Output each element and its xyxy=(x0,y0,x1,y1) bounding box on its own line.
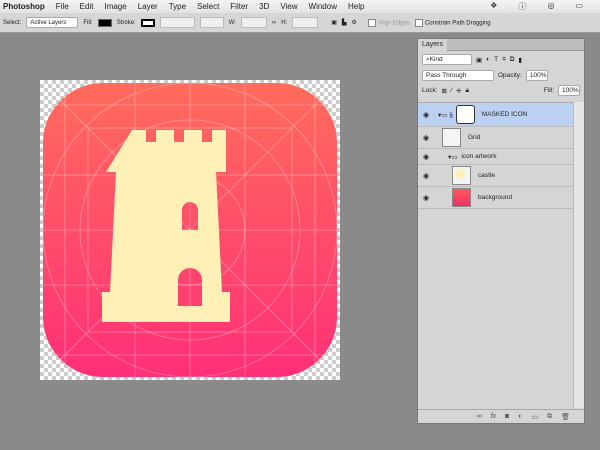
folder-icon: ▾▭ § xyxy=(438,111,453,119)
layer-thumbnail xyxy=(442,128,461,147)
info-icon[interactable]: ⓘ xyxy=(518,1,526,12)
menu-select[interactable]: Select xyxy=(197,2,219,11)
fill-label: Fill: xyxy=(83,19,93,26)
menu-3d[interactable]: 3D xyxy=(259,2,269,11)
constrain-label: Constrain Path Dragging xyxy=(424,20,491,27)
panel-footer: ∞ fx ◙ ◐ ▭ ⧉ 🗑︎ xyxy=(418,409,584,423)
eye-icon[interactable]: ◉ xyxy=(418,111,434,119)
height-field[interactable] xyxy=(292,17,319,28)
icon-artwork xyxy=(43,83,337,377)
fill-field[interactable]: 100% xyxy=(558,85,580,96)
layer-row[interactable]: ◉ castle xyxy=(418,165,573,187)
opacity-label: Opacity: xyxy=(498,72,522,79)
menu-edit[interactable]: Edit xyxy=(80,2,94,11)
folder-icon: ▾▭ xyxy=(448,153,458,161)
menu-app[interactable]: Photoshop xyxy=(3,2,45,11)
h-label: H: xyxy=(281,19,288,26)
filter-pixel-icon[interactable]: ▣ xyxy=(476,56,482,64)
filter-adjustment-icon[interactable]: ◐ xyxy=(486,56,490,63)
tab-layers[interactable]: Layers xyxy=(418,39,448,51)
constrain-checkbox[interactable]: Constrain Path Dragging xyxy=(414,18,491,27)
mask-thumbnail xyxy=(455,105,475,124)
menu-view[interactable]: View xyxy=(280,2,297,11)
lock-paint-icon[interactable]: ∕ xyxy=(451,87,452,94)
layer-name: background xyxy=(478,194,512,201)
align-edges-checkbox[interactable]: Align Edges xyxy=(367,18,410,27)
lock-all-icon[interactable]: 🔒︎ xyxy=(466,87,469,95)
scrollbar[interactable] xyxy=(573,102,584,408)
opacity-field[interactable]: 100% xyxy=(525,70,548,81)
menu-file[interactable]: File xyxy=(56,2,69,11)
menu-window[interactable]: Window xyxy=(309,2,337,11)
panel-tab-bar: Layers xyxy=(418,39,584,51)
select-dropdown[interactable]: Active Layers xyxy=(26,17,79,28)
add-mask-icon[interactable]: ◙ xyxy=(505,413,509,420)
eye-icon[interactable]: ◉ xyxy=(418,153,434,161)
lock-transparency-icon[interactable]: ⊠ xyxy=(442,87,447,95)
layer-row[interactable]: ◉ Grid xyxy=(418,127,573,149)
adjustment-layer-icon[interactable]: ◐ xyxy=(518,413,522,420)
layer-thumbnail xyxy=(452,166,471,185)
new-layer-icon[interactable]: ⧉ xyxy=(547,413,552,421)
creative-cloud-icon[interactable]: ◎ xyxy=(547,1,554,12)
layer-thumbnail xyxy=(452,188,471,207)
stroke-width[interactable] xyxy=(159,17,195,28)
filter-type-icon[interactable]: T xyxy=(494,56,498,63)
stroke-style[interactable] xyxy=(199,17,224,28)
fill-swatch[interactable] xyxy=(97,18,112,27)
new-group-icon[interactable]: ▭ xyxy=(531,413,538,421)
blend-mode-dropdown[interactable]: Pass Through xyxy=(422,70,494,81)
stroke-label: Stroke: xyxy=(116,19,136,26)
filter-kind-dropdown[interactable]: ⌕ Kind xyxy=(422,54,472,65)
layer-row[interactable]: ◉ ▾▭ § MASKED ICON xyxy=(418,103,573,127)
filter-toggle[interactable]: ▮ xyxy=(518,56,522,64)
menu-filter[interactable]: Filter xyxy=(230,2,248,11)
filter-kind-label: Kind xyxy=(429,56,443,63)
layer-row[interactable]: ◉ ▾▭ icon artwork xyxy=(418,149,573,165)
dropbox-icon[interactable]: ❖ xyxy=(490,1,497,12)
stroke-swatch[interactable] xyxy=(140,18,155,27)
w-label: W: xyxy=(228,19,236,26)
fill-label: Fill: xyxy=(543,87,554,94)
eye-icon[interactable]: ◉ xyxy=(418,172,434,180)
layers-panel: Layers ⌕ Kind ▣ ◐ T ⌗ ⧉ ▮ Pass Through Op… xyxy=(417,38,585,424)
menu-bar: Photoshop File Edit Image Layer Type Sel… xyxy=(0,0,600,13)
link-icon[interactable]: ∞ xyxy=(272,20,276,26)
lock-position-icon[interactable]: ✛ xyxy=(456,87,461,95)
filter-shape-icon[interactable]: ⌗ xyxy=(502,56,506,64)
options-bar: Select: Active Layers Fill: Stroke: W: ∞… xyxy=(0,13,600,33)
castle-shape xyxy=(102,130,230,322)
eye-icon[interactable]: ◉ xyxy=(418,134,434,142)
path-alignment-icon[interactable]: ▙ xyxy=(342,19,347,26)
layer-name: MASKED ICON xyxy=(481,111,528,118)
eye-icon[interactable]: ◉ xyxy=(418,194,434,202)
width-field[interactable] xyxy=(240,17,267,28)
layer-name: Grid xyxy=(468,134,481,141)
airplay-icon[interactable]: ▭ xyxy=(575,1,583,12)
menu-help[interactable]: Help xyxy=(348,2,364,11)
align-edges-label: Align Edges xyxy=(377,20,410,27)
document-canvas[interactable] xyxy=(40,80,340,380)
layer-row[interactable]: ◉ background xyxy=(418,187,573,209)
select-label: Select: xyxy=(3,19,22,26)
trash-icon[interactable]: 🗑︎ xyxy=(561,413,570,421)
status-icons: ❖ ⓘ ◎ ▭ xyxy=(490,1,594,12)
link-layers-icon[interactable]: ∞ xyxy=(477,413,482,420)
lock-label: Lock: xyxy=(422,87,438,94)
path-operations-icon[interactable]: ▣ xyxy=(331,19,337,26)
layer-name: castle xyxy=(478,172,495,179)
fx-icon[interactable]: fx xyxy=(491,413,496,420)
menu-layer[interactable]: Layer xyxy=(138,2,158,11)
path-arrangement-icon[interactable]: ⚙ xyxy=(352,19,357,26)
menu-image[interactable]: Image xyxy=(104,2,126,11)
menu-type[interactable]: Type xyxy=(169,2,186,11)
filter-smart-object-icon[interactable]: ⧉ xyxy=(510,56,515,64)
layer-name: icon artwork xyxy=(461,153,497,160)
